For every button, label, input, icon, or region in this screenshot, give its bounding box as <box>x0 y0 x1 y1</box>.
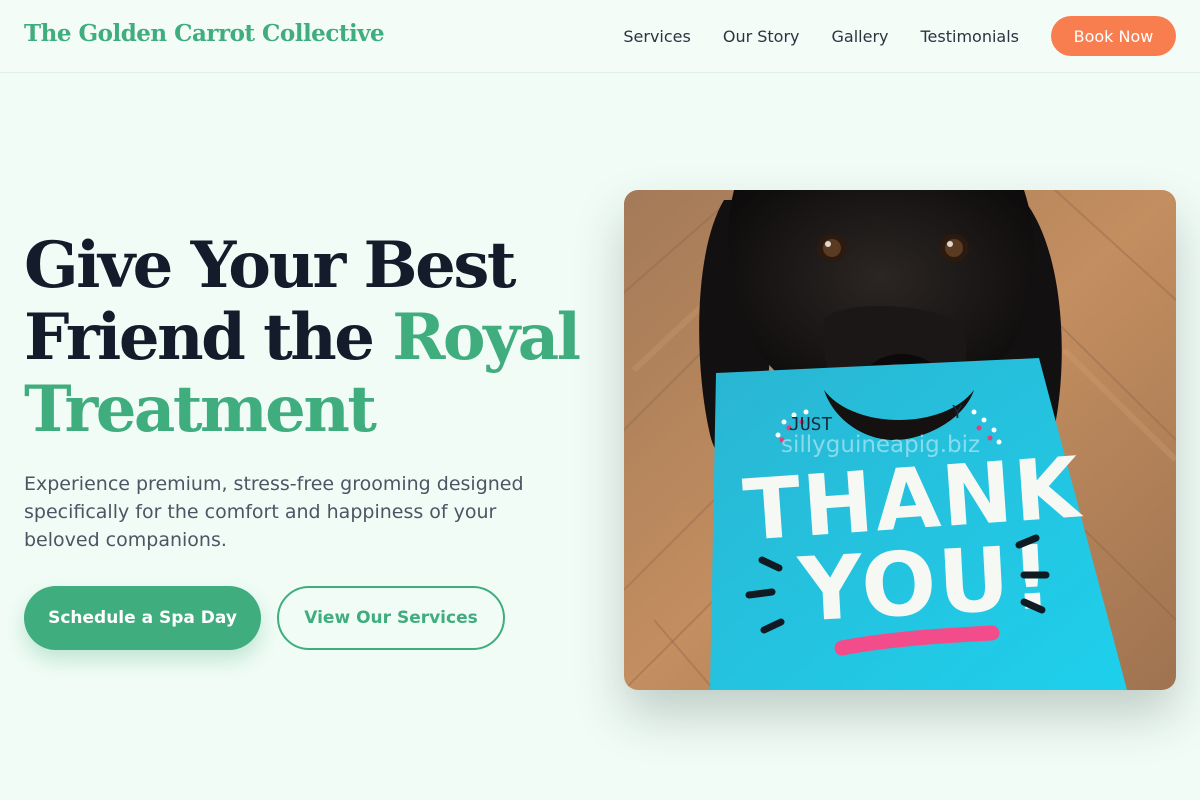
hero-title-line2: Friend the <box>24 300 393 375</box>
hero-title-accent-royal: Royal <box>392 300 581 375</box>
site-header: The Golden Carrot Collective Services Ou… <box>0 0 1200 73</box>
main-nav: Services Our Story Gallery Testimonials … <box>623 16 1176 56</box>
nav-link-gallery[interactable]: Gallery <box>832 27 889 46</box>
card-text-top-right: Y <box>952 402 963 423</box>
hero-title-accent-treatment: Treatment <box>24 372 377 447</box>
hero-subtitle: Experience premium, stress-free grooming… <box>24 473 524 551</box>
nav-link-testimonials[interactable]: Testimonials <box>921 27 1020 46</box>
view-services-button[interactable]: View Our Services <box>277 586 505 650</box>
hero-image-dog-thank-you-card: JUST Y sillyguineapig.biz THANK YOU! <box>624 190 1176 690</box>
brand-logo[interactable]: The Golden Carrot Collective <box>24 20 385 47</box>
schedule-spa-day-button[interactable]: Schedule a Spa Day <box>24 586 261 650</box>
hero-title: Give Your Best Friend the Royal Treatmen… <box>24 230 604 446</box>
book-now-button[interactable]: Book Now <box>1051 16 1176 56</box>
nav-link-services[interactable]: Services <box>623 27 690 46</box>
hero-title-line1: Give Your Best <box>24 228 516 303</box>
nav-link-our-story[interactable]: Our Story <box>723 27 800 46</box>
